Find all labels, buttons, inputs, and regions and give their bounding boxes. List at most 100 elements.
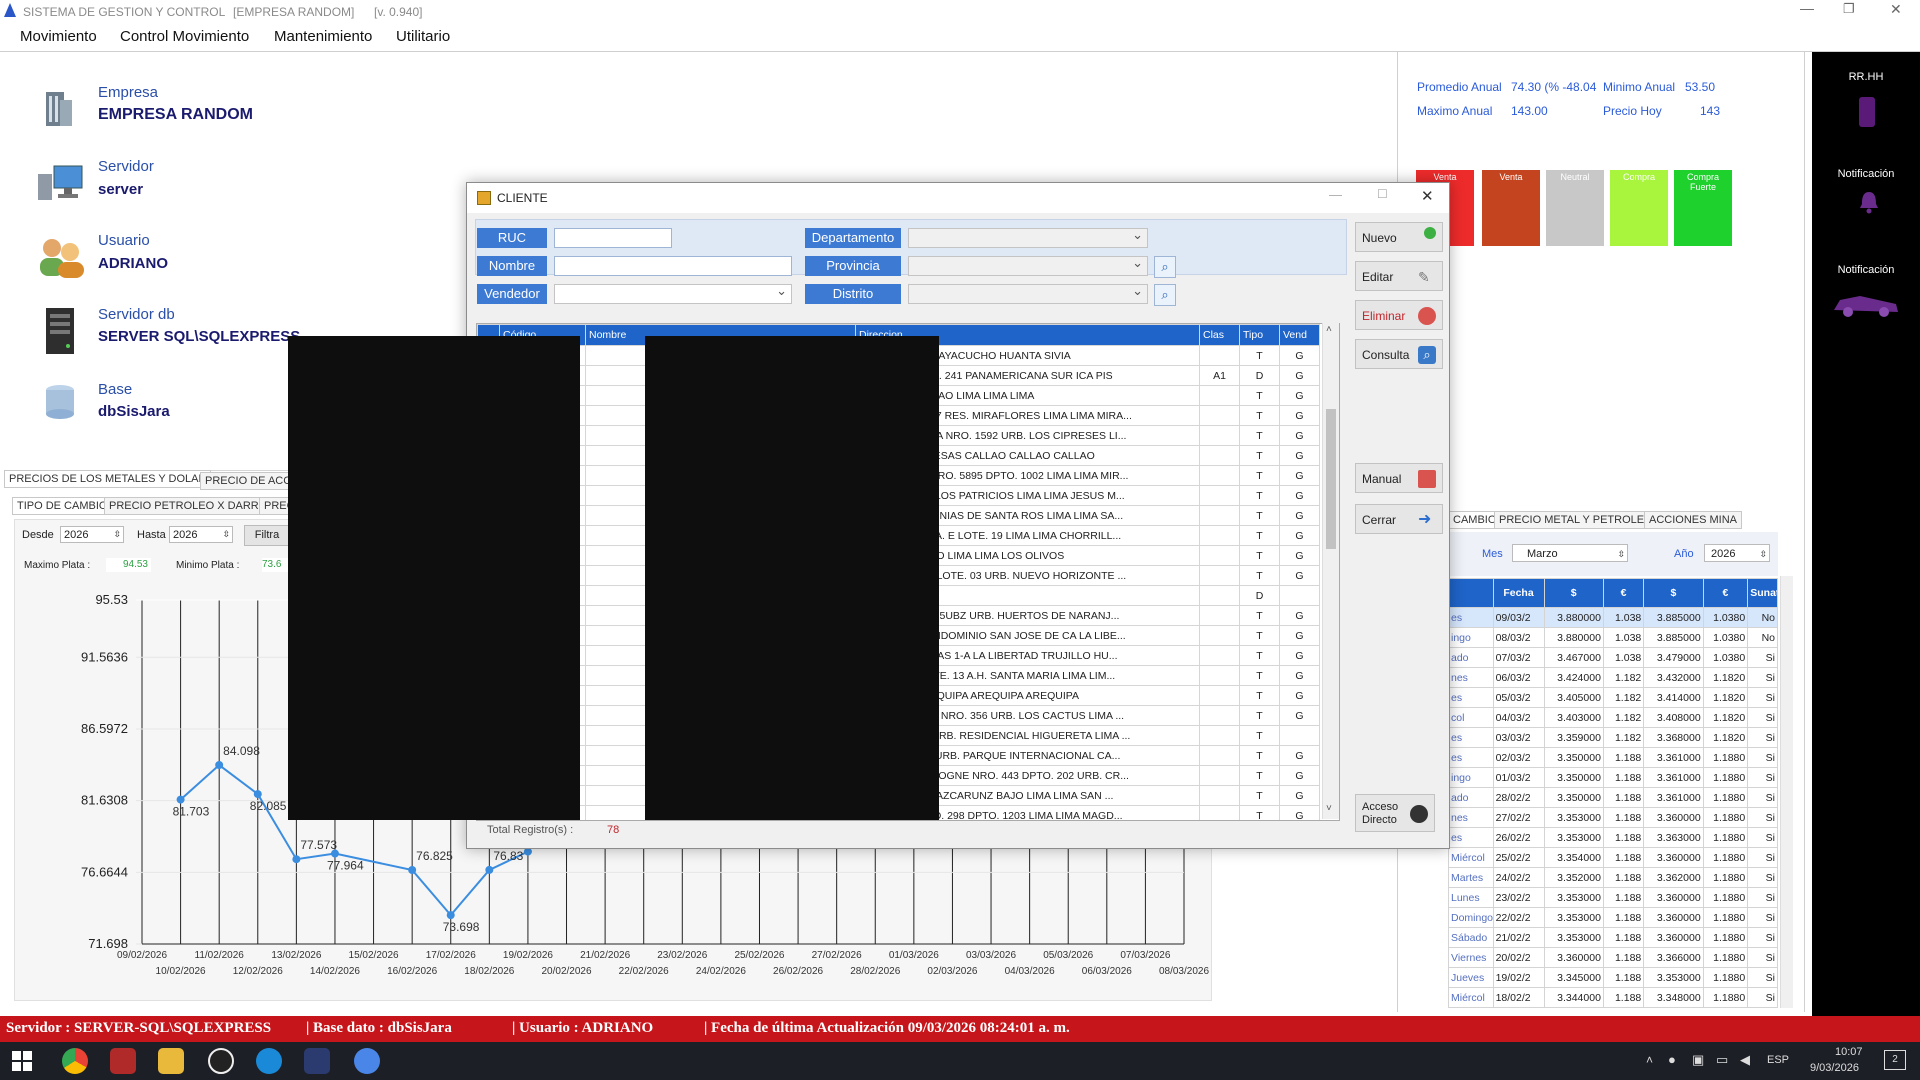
clock-time[interactable]: 10:07 bbox=[1835, 1046, 1863, 1058]
menu-mantenimiento[interactable]: Mantenimiento bbox=[274, 28, 372, 45]
table-row[interactable]: Miércol 18/02/2 3.344000 1.188 3.348000 1.188… bbox=[1448, 987, 1778, 1008]
table-row[interactable]: Miércol 25/02/2 3.354000 1.188 3.360000 1.188… bbox=[1448, 847, 1778, 868]
table-row[interactable]: nes 27/02/2 3.353000 1.188 3.360000 1.1880 Si bbox=[1448, 807, 1778, 828]
rate-column-header[interactable]: € bbox=[1602, 578, 1645, 608]
table-row[interactable]: es 02/03/2 3.350000 1.188 3.361000 1.1880 Si bbox=[1448, 747, 1778, 768]
rate-column-header[interactable]: Sunat bbox=[1747, 578, 1778, 608]
menu-movimiento[interactable]: Movimiento bbox=[20, 28, 97, 45]
tray-chevron-icon[interactable]: ˄ bbox=[1646, 1053, 1653, 1067]
tab-tipo-cambio[interactable]: TIPO DE CAMBIO bbox=[12, 497, 113, 515]
table-cell: 3.353000 bbox=[1543, 907, 1604, 928]
table-row[interactable]: col 04/03/2 3.403000 1.182 3.408000 1.1820 Si bbox=[1448, 707, 1778, 728]
provincia-search-button[interactable]: ⌕ bbox=[1154, 256, 1176, 278]
cerrar-button[interactable]: Cerrar ➜ bbox=[1355, 504, 1443, 534]
table-row[interactable]: es 26/02/2 3.353000 1.188 3.363000 1.1880 Si bbox=[1448, 827, 1778, 848]
table-cell: 1.1880 bbox=[1702, 867, 1749, 888]
chrome-profile-icon[interactable] bbox=[354, 1048, 380, 1074]
close-window-button[interactable]: ✕ bbox=[1890, 1, 1902, 18]
anio-spinner[interactable]: 2026 ⇳ bbox=[1704, 544, 1770, 562]
microphone-icon[interactable]: ● bbox=[1668, 1052, 1676, 1067]
hasta-value: 2026 bbox=[173, 529, 198, 541]
table-row[interactable]: es 09/03/2 3.880000 1.038 3.885000 1.0380 No bbox=[1448, 607, 1778, 628]
volume-icon[interactable]: ◀ bbox=[1740, 1052, 1750, 1068]
tab-precios-metales-dolar[interactable]: PRECIOS DE LOS METALES Y DOLAR bbox=[4, 470, 212, 488]
maximize-button[interactable]: ❐ bbox=[1843, 1, 1855, 17]
minimize-button[interactable]: — bbox=[1800, 0, 1814, 16]
table-row[interactable]: ingo 01/03/2 3.350000 1.188 3.361000 1.1880 Si bbox=[1448, 767, 1778, 788]
hasta-spinner[interactable]: 2026 ⇳ bbox=[169, 526, 233, 543]
scroll-down-icon[interactable]: ˅ bbox=[1326, 803, 1332, 814]
table-cell: 3.353000 bbox=[1643, 967, 1704, 988]
tab-precio-petroleo[interactable]: PRECIO PETROLEO X DARRIL bbox=[104, 497, 273, 515]
monitor-icon[interactable]: ▭ bbox=[1716, 1052, 1728, 1068]
edge-icon[interactable] bbox=[256, 1048, 282, 1074]
table-cell: es bbox=[1448, 827, 1494, 848]
rate-table-scrollbar[interactable] bbox=[1780, 576, 1793, 1008]
manual-button[interactable]: Manual bbox=[1355, 463, 1443, 493]
table-row[interactable]: Jueves 19/02/2 3.345000 1.188 3.353000 1.1880… bbox=[1448, 967, 1778, 988]
table-cell: 22/02/2 bbox=[1492, 907, 1545, 928]
app-active-icon[interactable] bbox=[304, 1048, 330, 1074]
table-row[interactable]: nes 06/03/2 3.424000 1.182 3.432000 1.1820 Si bbox=[1448, 667, 1778, 688]
data-point bbox=[292, 855, 301, 864]
network-icon[interactable]: ▣ bbox=[1692, 1052, 1704, 1068]
rate-column-header[interactable]: Fecha bbox=[1492, 578, 1545, 608]
table-row[interactable]: Martes 24/02/2 3.352000 1.188 3.362000 1.1880… bbox=[1448, 867, 1778, 888]
editar-button[interactable]: Editar ✎ bbox=[1355, 261, 1443, 291]
dialog-close-button[interactable]: ✕ bbox=[1421, 187, 1434, 205]
nuevo-button[interactable]: Nuevo bbox=[1355, 222, 1443, 252]
acceso-directo-button[interactable]: Acceso Directo bbox=[1355, 794, 1435, 832]
table-row[interactable]: ado 07/03/2 3.467000 1.038 3.479000 1.0380 Si bbox=[1448, 647, 1778, 668]
scroll-up-icon[interactable]: ˄ bbox=[1326, 324, 1332, 335]
table-cell: 1.1820 bbox=[1702, 667, 1749, 688]
eliminar-button[interactable]: Eliminar bbox=[1355, 300, 1443, 330]
vendedor-select[interactable] bbox=[554, 283, 792, 304]
app-circle-icon[interactable] bbox=[208, 1048, 234, 1074]
battery-icon[interactable] bbox=[1859, 97, 1875, 127]
app-red-icon[interactable] bbox=[110, 1048, 136, 1074]
filtrar-button[interactable]: Filtra bbox=[244, 525, 290, 546]
tab-precio-metal-petroleo[interactable]: PRECIO METAL Y PETROLEO bbox=[1494, 511, 1658, 529]
mes-select[interactable]: Marzo ⇳ bbox=[1512, 544, 1628, 562]
departamento-select[interactable] bbox=[908, 227, 1148, 248]
rate-column-header[interactable]: $ bbox=[1643, 578, 1704, 608]
file-explorer-icon[interactable] bbox=[158, 1048, 184, 1074]
menu-utilitario[interactable]: Utilitario bbox=[396, 28, 450, 45]
rate-column-header[interactable]: $ bbox=[1543, 578, 1604, 608]
language-indicator[interactable]: ESP bbox=[1767, 1054, 1789, 1066]
dialog-maximize-button[interactable]: ☐ bbox=[1377, 187, 1388, 201]
dialog-minimize-button[interactable]: — bbox=[1329, 187, 1342, 202]
menu-control-movimiento[interactable]: Control Movimiento bbox=[120, 28, 249, 45]
car-icon[interactable] bbox=[1830, 288, 1902, 318]
table-row[interactable]: Domingo 22/02/2 3.353000 1.188 3.360000 1.188… bbox=[1448, 907, 1778, 928]
notifications-icon[interactable]: 2 bbox=[1884, 1050, 1906, 1070]
provincia-select[interactable] bbox=[908, 255, 1148, 276]
scroll-thumb[interactable] bbox=[1326, 409, 1336, 549]
grid-column-header[interactable]: Vend bbox=[1279, 324, 1320, 346]
table-row[interactable]: ingo 08/03/2 3.880000 1.038 3.885000 1.0380 No bbox=[1448, 627, 1778, 648]
distrito-search-button[interactable]: ⌕ bbox=[1154, 284, 1176, 306]
rate-column-header[interactable] bbox=[1448, 578, 1494, 608]
bell-icon[interactable] bbox=[1858, 190, 1880, 214]
grid-scrollbar[interactable]: ˄ ˅ bbox=[1322, 323, 1339, 819]
tab-acciones-mina[interactable]: ACCIONES MINA bbox=[1644, 511, 1743, 529]
chrome-icon[interactable] bbox=[62, 1048, 88, 1074]
grid-column-header[interactable]: Tipo bbox=[1239, 324, 1280, 346]
grid-column-header[interactable]: Clas bbox=[1199, 324, 1240, 346]
windows-start-icon[interactable] bbox=[12, 1051, 32, 1071]
rate-column-header[interactable]: € bbox=[1702, 578, 1749, 608]
table-cell: Si bbox=[1747, 747, 1778, 768]
table-row[interactable]: es 03/03/2 3.359000 1.182 3.368000 1.1820 Si bbox=[1448, 727, 1778, 748]
consulta-button[interactable]: Consulta ⌕ bbox=[1355, 339, 1443, 369]
table-row[interactable]: Sábado 21/02/2 3.353000 1.188 3.360000 1.1880… bbox=[1448, 927, 1778, 948]
table-row[interactable]: Viernes 20/02/2 3.360000 1.188 3.366000 1.188… bbox=[1448, 947, 1778, 968]
ruc-input[interactable] bbox=[554, 228, 672, 248]
clock-date[interactable]: 9/03/2026 bbox=[1810, 1062, 1859, 1074]
nombre-input[interactable] bbox=[554, 256, 792, 276]
table-row[interactable]: Lunes 23/02/2 3.353000 1.188 3.360000 1.1880 S… bbox=[1448, 887, 1778, 908]
distrito-select[interactable] bbox=[908, 283, 1148, 304]
table-row[interactable]: es 05/03/2 3.405000 1.182 3.414000 1.1820 Si bbox=[1448, 687, 1778, 708]
table-row[interactable]: ado 28/02/2 3.350000 1.188 3.361000 1.1880 Si bbox=[1448, 787, 1778, 808]
desde-spinner[interactable]: 2026 ⇳ bbox=[60, 526, 124, 543]
status-servidor: Servidor : SERVER-SQL\SQLEXPRESS bbox=[6, 1020, 272, 1036]
